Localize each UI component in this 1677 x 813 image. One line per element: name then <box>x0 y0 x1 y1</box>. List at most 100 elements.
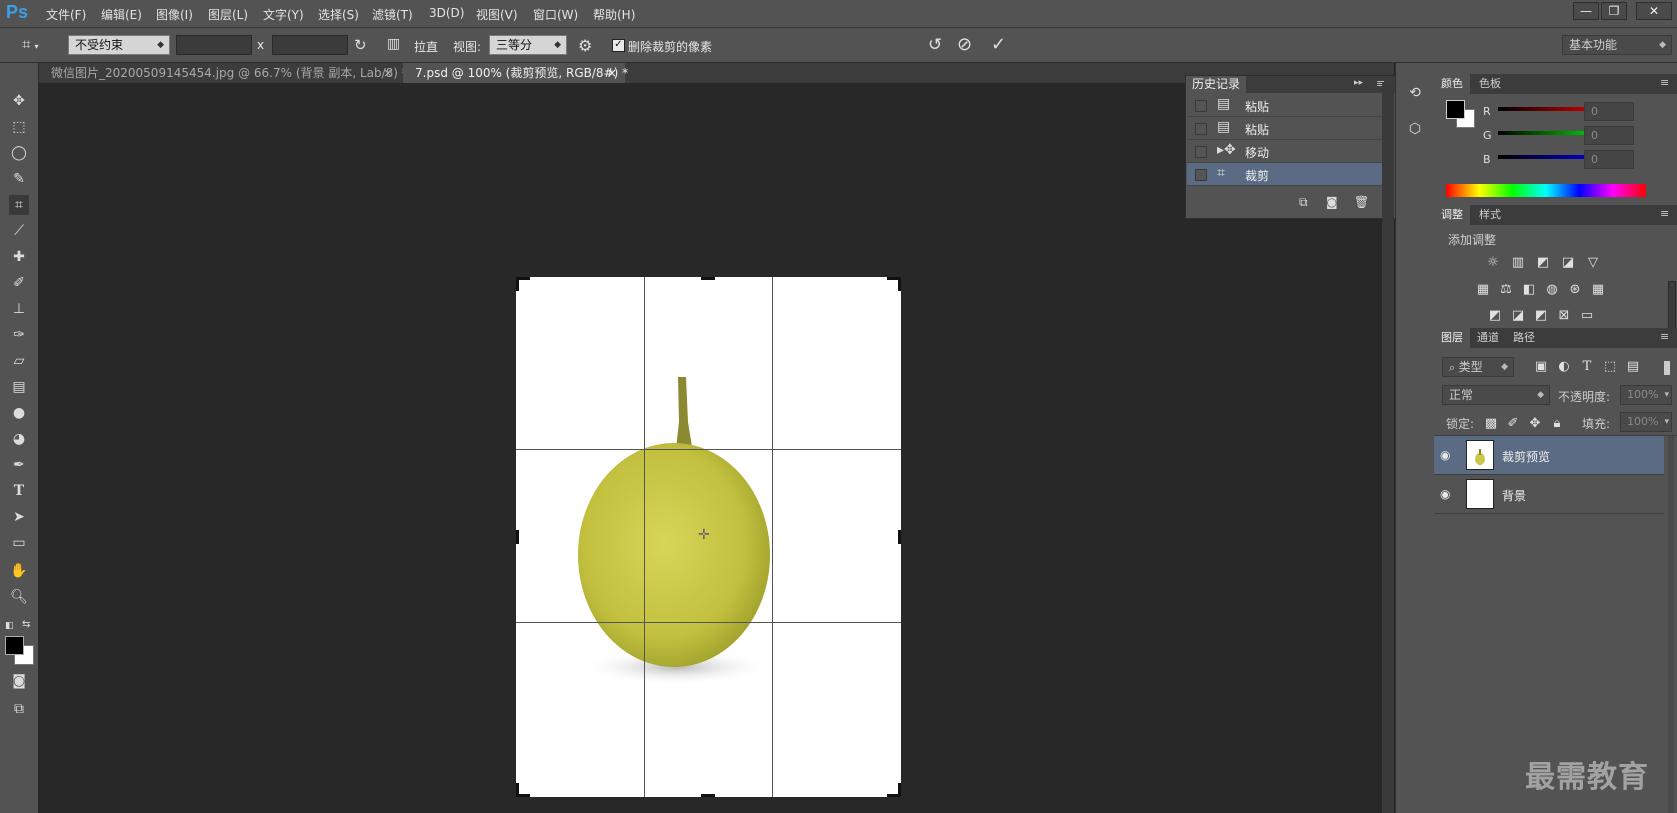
eraser-tool-icon[interactable]: ▱ <box>9 351 29 371</box>
quick-selection-tool-icon[interactable]: ✎ <box>9 169 29 189</box>
tab-layers[interactable]: 图层 <box>1434 328 1470 348</box>
panel-menu-icon[interactable]: ≡ <box>1660 76 1669 89</box>
overlay-view-dropdown[interactable]: 三等分 ◆ <box>489 35 567 55</box>
close-tab-icon[interactable]: × <box>607 63 617 83</box>
tab-swatches[interactable]: 色板 <box>1472 74 1508 94</box>
new-document-from-state-icon[interactable]: ⧉ <box>1299 195 1308 210</box>
eyedropper-tool-icon[interactable]: ⟋ <box>9 221 29 241</box>
lasso-tool-icon[interactable]: ◯ <box>9 143 29 163</box>
history-checkbox[interactable] <box>1195 169 1207 181</box>
move-tool-icon[interactable]: ✥ <box>9 91 29 111</box>
selective-color-icon[interactable]: ⊠ <box>1555 309 1573 323</box>
quick-mask-icon[interactable]: ◙ <box>9 671 29 691</box>
crop-handle-bottom-left[interactable] <box>516 783 519 797</box>
brightness-icon[interactable]: ☼ <box>1484 256 1502 270</box>
lock-transparent-icon[interactable]: ▩ <box>1482 417 1500 431</box>
crop-handle-left[interactable] <box>516 530 519 544</box>
history-item[interactable]: ▸✥ 移动 <box>1187 140 1383 163</box>
crop-height-field[interactable] <box>272 35 348 55</box>
history-checkbox[interactable] <box>1195 146 1207 158</box>
menu-help[interactable]: 帮助(H) <box>593 6 635 23</box>
threshold-icon[interactable]: ◩ <box>1532 309 1550 323</box>
lock-all-icon[interactable]: 🔒︎ <box>1548 417 1566 431</box>
collapse-icon[interactable]: ▸▸ <box>1354 78 1363 88</box>
minimize-button[interactable]: — <box>1573 2 1599 20</box>
restore-button[interactable]: ❐ <box>1601 2 1627 20</box>
delete-pixels-checkbox[interactable]: ✓ <box>612 39 625 52</box>
color-balance-icon[interactable]: ⚖ <box>1497 283 1515 297</box>
panel-menu-icon[interactable]: ≡ <box>1660 207 1669 220</box>
levels-icon[interactable]: ▥ <box>1509 256 1527 270</box>
crop-handle-top-left[interactable] <box>516 277 519 291</box>
crop-handle-top-right[interactable] <box>898 277 901 291</box>
lock-position-icon[interactable]: ✥ <box>1526 417 1544 431</box>
gear-icon[interactable]: ⚙ <box>578 36 592 55</box>
tab-channels[interactable]: 通道 <box>1470 328 1506 348</box>
history-panel-icon[interactable]: ⟲ <box>1404 85 1426 107</box>
gradient-map-icon[interactable]: ▭ <box>1578 309 1596 323</box>
chevron-down-icon[interactable]: ▾ <box>1664 413 1669 431</box>
menu-edit[interactable]: 编辑(E) <box>101 6 142 23</box>
layer-filter-dropdown[interactable]: ⌕ 类型 ◆ <box>1442 357 1514 377</box>
straighten-icon[interactable]: ▥ <box>387 36 400 52</box>
crop-tool-preset-icon[interactable]: ⌗ ▾ <box>22 35 52 55</box>
blue-value[interactable]: 0 <box>1584 150 1634 169</box>
red-value[interactable]: 0 <box>1584 102 1634 121</box>
rectangle-tool-icon[interactable]: ▭ <box>9 533 29 553</box>
menu-layer[interactable]: 图层(L) <box>208 6 248 23</box>
workspace-dropdown[interactable]: 基本功能 ◆ <box>1562 35 1672 55</box>
menu-filter[interactable]: 滤镜(T) <box>372 6 413 23</box>
black-white-icon[interactable]: ◧ <box>1520 283 1538 297</box>
history-brush-tool-icon[interactable]: ✑ <box>9 325 29 345</box>
tab-adjustments[interactable]: 调整 <box>1434 205 1470 225</box>
adjustments-scrollbar[interactable] <box>1668 281 1676 333</box>
filter-shape-icon[interactable]: ⬚ <box>1601 360 1619 374</box>
crop-tool-icon[interactable]: ⌗ <box>9 195 29 215</box>
green-value[interactable]: 0 <box>1584 126 1634 145</box>
close-button[interactable]: ✕ <box>1636 2 1672 20</box>
layer-row[interactable]: ◉ 背景 <box>1434 475 1664 514</box>
color-spectrum[interactable] <box>1446 184 1646 197</box>
filter-pixel-icon[interactable]: ▣ <box>1532 360 1550 374</box>
3d-panel-icon[interactable]: ⬡ <box>1404 121 1426 143</box>
photo-filter-icon[interactable]: ◍ <box>1543 283 1561 297</box>
menu-view[interactable]: 视图(V) <box>476 6 518 23</box>
ratio-dropdown[interactable]: 不受约束 ◆ <box>68 35 170 55</box>
marquee-tool-icon[interactable]: ⬚ <box>9 117 29 137</box>
foreground-color-swatch[interactable] <box>5 636 24 655</box>
channel-mixer-icon[interactable]: ⊛ <box>1566 283 1584 297</box>
fill-field[interactable]: 100% ▾ <box>1620 412 1672 432</box>
history-item-selected[interactable]: ⌗ 裁剪 <box>1187 163 1383 186</box>
filter-adjustment-icon[interactable]: ◐ <box>1555 360 1573 374</box>
tab-styles[interactable]: 样式 <box>1472 205 1508 225</box>
crop-width-field[interactable] <box>176 35 252 55</box>
history-item[interactable]: ▤ 粘贴 <box>1187 117 1383 140</box>
camera-icon[interactable]: ◙ <box>1326 195 1338 209</box>
default-colors-icon[interactable]: ◧ <box>5 621 14 631</box>
eye-icon[interactable]: ◉ <box>1440 487 1450 501</box>
foreground-color-swatch[interactable] <box>1446 100 1465 119</box>
menu-type[interactable]: 文字(Y) <box>263 6 304 23</box>
healing-brush-tool-icon[interactable]: ✚ <box>9 247 29 267</box>
close-tab-icon[interactable]: × <box>383 63 393 83</box>
swap-dimensions-icon[interactable]: ↻ <box>354 36 367 54</box>
reset-icon[interactable]: ↺ <box>928 35 942 55</box>
tab-paths[interactable]: 路径 <box>1506 328 1542 348</box>
posterize-icon[interactable]: ◪ <box>1509 309 1527 323</box>
crop-handle-bottom[interactable] <box>701 794 715 797</box>
trash-icon[interactable]: 🗑︎ <box>1354 195 1369 209</box>
panel-menu-icon[interactable]: ≡ <box>1660 330 1669 343</box>
filter-smart-object-icon[interactable]: ▤ <box>1624 360 1642 374</box>
dodge-tool-icon[interactable]: ◕ <box>9 429 29 449</box>
gradient-tool-icon[interactable]: ▤ <box>9 377 29 397</box>
menu-file[interactable]: 文件(F) <box>46 6 86 23</box>
blend-mode-dropdown[interactable]: 正常 ◆ <box>1442 385 1550 405</box>
invert-icon[interactable]: ◩ <box>1486 309 1504 323</box>
chevron-down-icon[interactable]: ▾ <box>1664 386 1669 404</box>
path-selection-tool-icon[interactable]: ➤ <box>9 507 29 527</box>
screen-mode-icon[interactable]: ⧉ <box>9 699 29 719</box>
crop-handle-top[interactable] <box>701 277 715 280</box>
type-tool-icon[interactable]: T <box>9 481 29 501</box>
layer-row-selected[interactable]: ◉ 裁剪预览 <box>1434 436 1664 475</box>
zoom-tool-icon[interactable]: 🔍︎ <box>9 587 29 607</box>
